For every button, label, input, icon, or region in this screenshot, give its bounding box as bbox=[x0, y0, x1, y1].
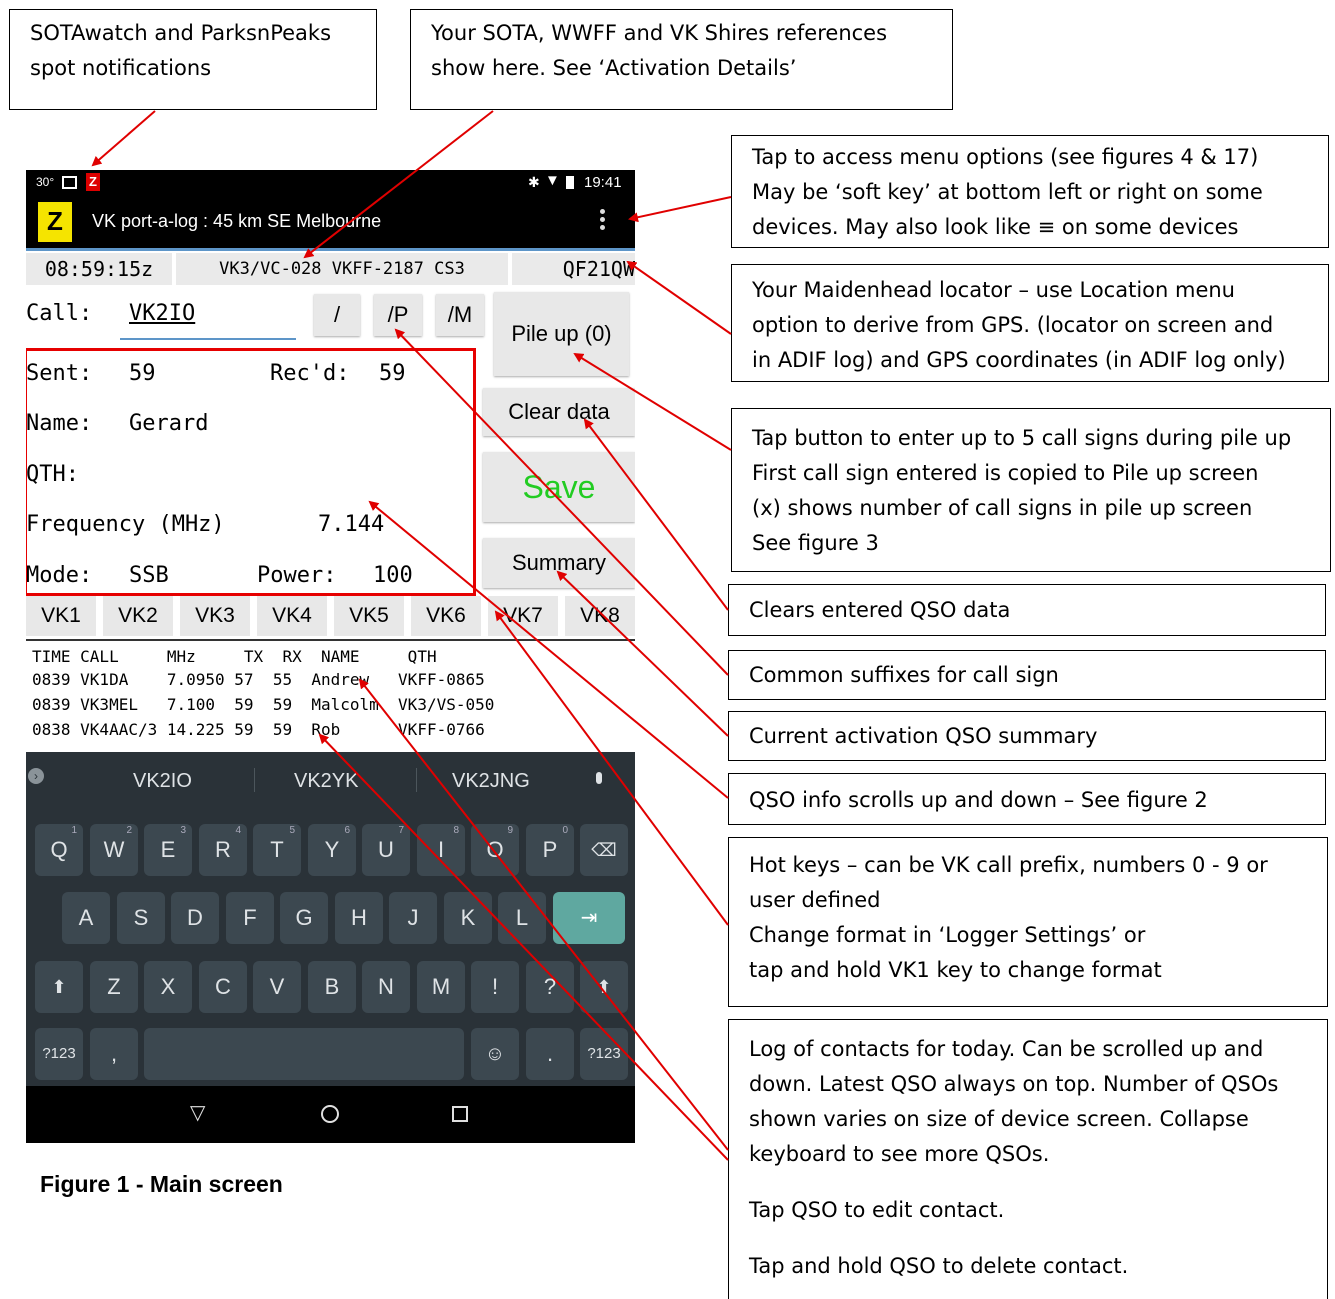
arrow-spots bbox=[91, 110, 156, 167]
arrow-scroll bbox=[368, 500, 729, 799]
arrow-locator bbox=[626, 260, 732, 335]
arrow-clear bbox=[583, 418, 729, 611]
arrow-log-2 bbox=[318, 733, 729, 1161]
arrow-log-1 bbox=[358, 678, 729, 1151]
arrow-menu bbox=[628, 196, 732, 223]
arrow-pileup bbox=[573, 352, 732, 451]
annotation-arrows bbox=[91, 110, 732, 1161]
arrow-summary bbox=[556, 570, 729, 737]
arrow-refs bbox=[303, 110, 494, 259]
arrow-suffix bbox=[394, 328, 729, 676]
